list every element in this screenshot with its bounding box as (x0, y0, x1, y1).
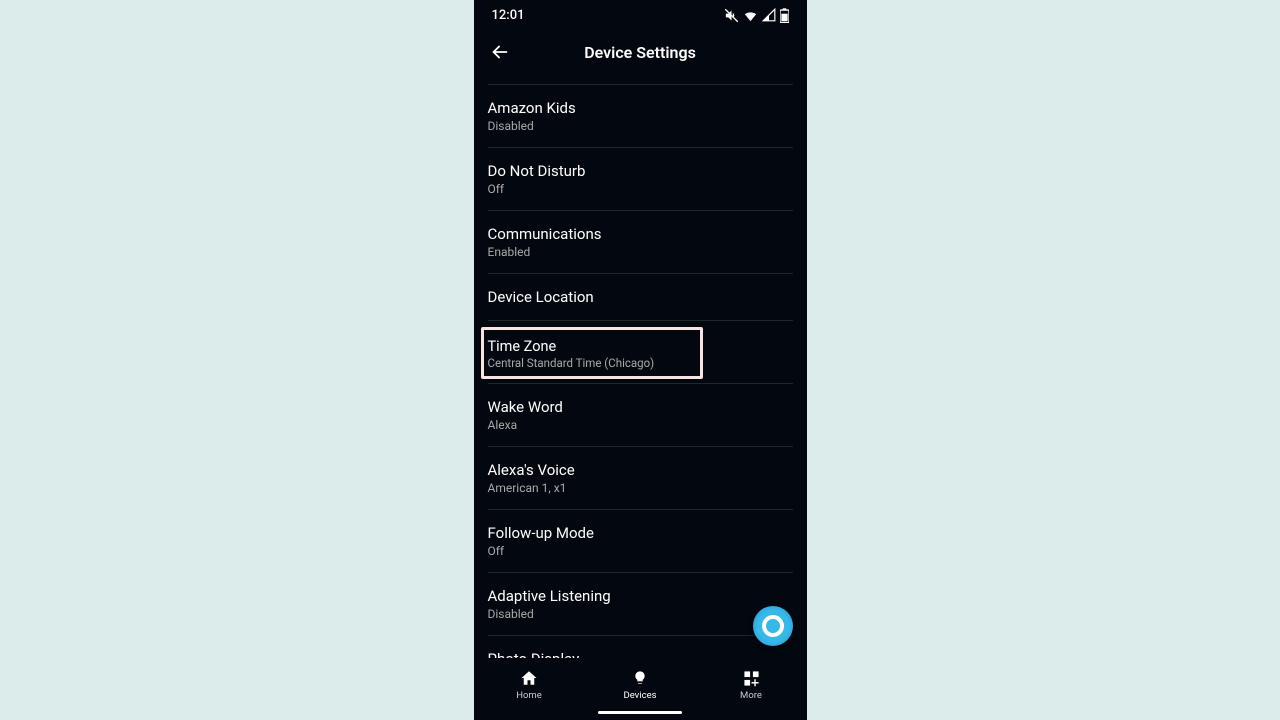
alexa-ring-icon (762, 615, 784, 637)
setting-title: Follow-up Mode (488, 524, 793, 542)
home-indicator[interactable] (598, 711, 682, 715)
setting-subtitle: Alexa (488, 418, 793, 432)
bulb-icon (632, 669, 648, 687)
setting-device-location[interactable]: Device Location (488, 274, 793, 321)
signal-icon (762, 8, 776, 22)
status-time: 12:01 (492, 8, 525, 23)
setting-photo-display[interactable]: Photo Display (488, 636, 793, 658)
phone-frame: 12:01 Device Settings Amazon Kids Disabl… (474, 0, 807, 720)
setting-adaptive-listening[interactable]: Adaptive Listening Disabled (488, 573, 793, 636)
mute-icon (724, 8, 739, 23)
setting-communications[interactable]: Communications Enabled (488, 211, 793, 274)
setting-follow-up-mode[interactable]: Follow-up Mode Off (488, 510, 793, 573)
nav-label: Devices (623, 690, 656, 701)
nav-label: More (740, 690, 762, 701)
status-icons (724, 8, 789, 23)
setting-subtitle: Disabled (488, 607, 793, 621)
setting-title: Device Location (488, 288, 793, 306)
setting-subtitle: Central Standard Time (Chicago) (488, 356, 696, 370)
setting-subtitle: Off (488, 182, 793, 196)
setting-title: Do Not Disturb (488, 162, 793, 180)
setting-do-not-disturb[interactable]: Do Not Disturb Off (488, 148, 793, 211)
setting-title: Wake Word (488, 398, 793, 416)
wifi-icon (743, 8, 758, 23)
grid-plus-icon (743, 670, 760, 687)
home-icon (520, 669, 538, 687)
setting-subtitle: Disabled (488, 119, 793, 133)
alexa-button[interactable] (753, 606, 793, 646)
setting-time-zone[interactable]: Time Zone Central Standard Time (Chicago… (481, 327, 703, 379)
nav-home[interactable]: Home (474, 664, 585, 720)
setting-title: Time Zone (488, 338, 696, 355)
back-button[interactable] (488, 40, 512, 64)
setting-subtitle: Enabled (488, 245, 793, 259)
battery-icon (780, 8, 789, 23)
setting-title: Adaptive Listening (488, 587, 793, 605)
status-bar: 12:01 (474, 0, 807, 30)
header: Device Settings (474, 30, 807, 74)
setting-title: Photo Display (488, 650, 793, 658)
setting-time-zone-container: Time Zone Central Standard Time (Chicago… (488, 327, 793, 384)
page-title: Device Settings (584, 43, 696, 62)
arrow-left-icon (489, 41, 511, 63)
setting-amazon-kids[interactable]: Amazon Kids Disabled (488, 84, 793, 148)
setting-subtitle: Off (488, 544, 793, 558)
setting-title: Alexa's Voice (488, 461, 793, 479)
settings-list: Amazon Kids Disabled Do Not Disturb Off … (474, 74, 807, 658)
setting-title: Communications (488, 225, 793, 243)
setting-alexa-voice[interactable]: Alexa's Voice American 1, x1 (488, 447, 793, 510)
nav-more[interactable]: More (696, 664, 807, 720)
bottom-nav: Home Devices More (474, 658, 807, 720)
setting-title: Amazon Kids (488, 99, 793, 117)
setting-wake-word[interactable]: Wake Word Alexa (488, 384, 793, 447)
setting-subtitle: American 1, x1 (488, 481, 793, 495)
nav-label: Home (516, 690, 542, 701)
